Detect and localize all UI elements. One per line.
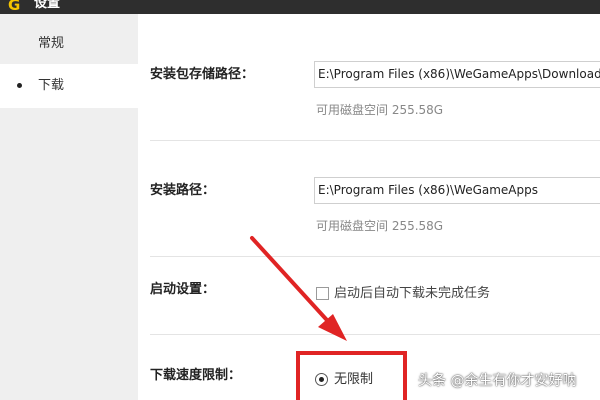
- watermark-text: 头条 @余生有你才安好呐: [418, 373, 577, 389]
- annotation-arrow-icon: [250, 236, 347, 341]
